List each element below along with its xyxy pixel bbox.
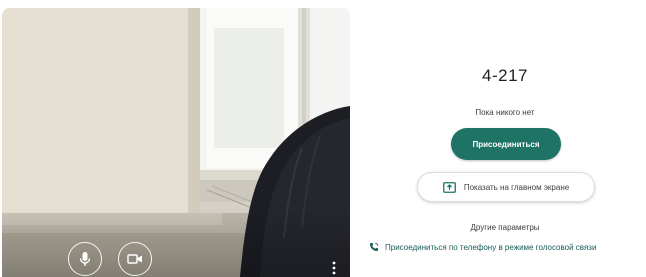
other-options-heading: Другие параметры [470,223,540,232]
more-vert-icon [332,261,336,275]
present-screen-icon [442,181,456,193]
camera-scene [2,8,350,277]
present-button[interactable]: Показать на главном экране [417,172,595,202]
camera-toggle-button[interactable] [118,242,152,276]
join-button[interactable]: Присоединиться [451,128,561,160]
participants-status: Пока никого нет [475,108,535,117]
video-camera-icon [127,254,142,264]
phone-join-link[interactable]: Присоединиться по телефону в режиме голо… [369,241,596,253]
camera-preview [2,8,350,277]
microphone-toggle-button[interactable] [68,242,102,276]
more-options-button[interactable] [327,258,341,277]
phone-join-label: Присоединиться по телефону в режиме голо… [385,242,597,252]
present-button-label: Показать на главном экране [463,182,570,192]
meeting-lobby: 4-217 Пока никого нет Присоединиться Пок… [0,0,646,277]
phone-icon [370,242,379,251]
room-code: 4-217 [482,66,528,85]
microphone-icon [79,252,91,266]
